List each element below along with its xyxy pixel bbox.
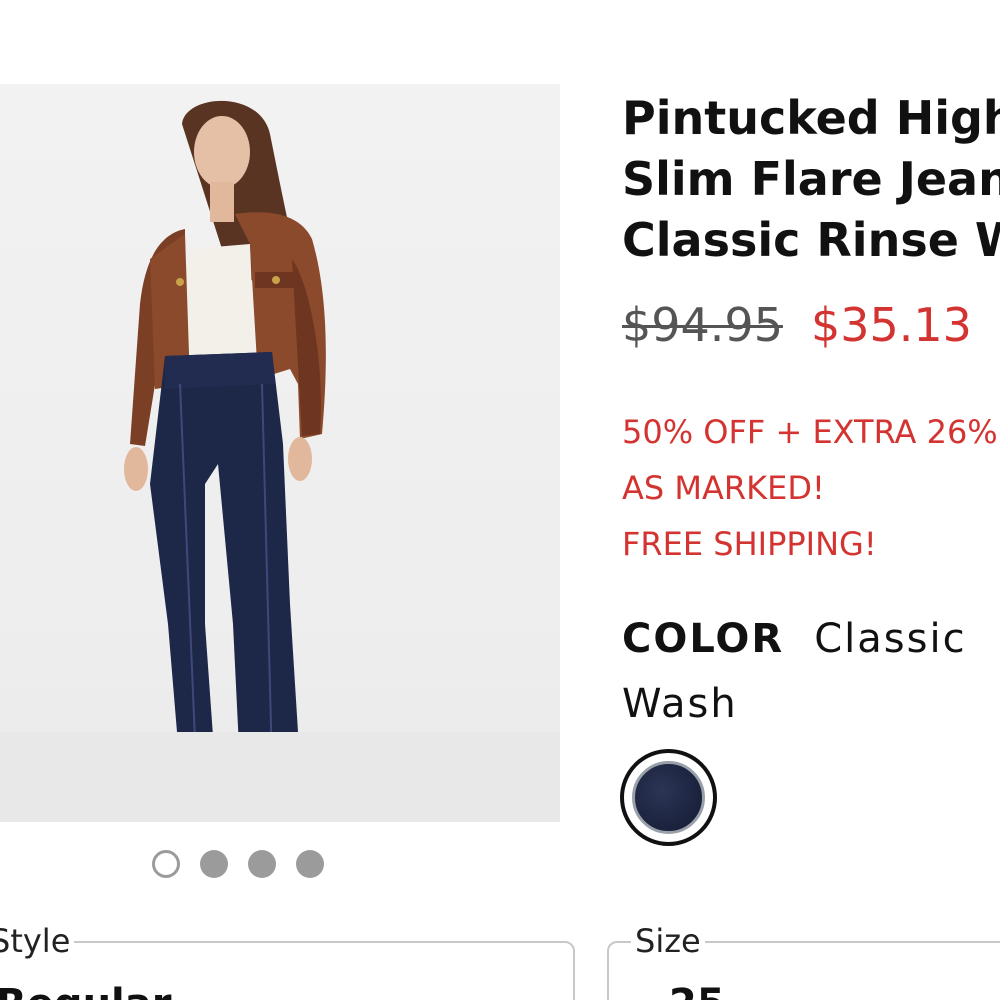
original-price: $94.95: [622, 298, 783, 352]
breadcrumb: [0, 0, 560, 6]
color-label: COLOR: [622, 616, 785, 662]
color-row: COLOR Classic: [622, 604, 967, 674]
promo-line: AS MARKED!: [622, 469, 825, 507]
color-swatch-fill: [632, 761, 705, 834]
image-carousel-dots: [152, 850, 324, 878]
carousel-dot-1[interactable]: [152, 850, 180, 878]
color-value-continued: Wash: [622, 681, 738, 727]
sale-price: $35.13: [810, 298, 972, 352]
color-swatch[interactable]: [620, 749, 717, 846]
style-select-value: Regular: [0, 981, 171, 1000]
product-title: Pintucked High Slim Flare Jean Classic R…: [622, 88, 1000, 271]
model-photo: [124, 100, 326, 796]
price-row: $94.95 $35.13: [622, 298, 972, 352]
image-floor: [0, 732, 560, 822]
product-title-line: Slim Flare Jean: [622, 152, 1000, 206]
carousel-dot-2[interactable]: [200, 850, 228, 878]
product-image[interactable]: [0, 84, 560, 822]
color-value: Classic: [814, 616, 967, 662]
promo-line: FREE SHIPPING!: [622, 525, 877, 563]
product-page: Pintucked High Slim Flare Jean Classic R…: [0, 0, 1000, 1000]
size-select[interactable]: Size 25: [607, 921, 1000, 1000]
carousel-dot-4[interactable]: [296, 850, 324, 878]
promo-message: 50% OFF + EXTRA 26% AS MARKED! FREE SHIP…: [622, 404, 998, 572]
carousel-dot-3[interactable]: [248, 850, 276, 878]
style-select[interactable]: Style Regular: [0, 921, 575, 1000]
product-title-line: Classic Rinse W: [622, 213, 1000, 267]
promo-line: 50% OFF + EXTRA 26%: [622, 413, 998, 451]
size-select-label: Size: [631, 921, 705, 961]
size-select-value: 25: [669, 981, 725, 1000]
product-title-line: Pintucked High: [622, 91, 1000, 145]
style-select-label: Style: [0, 921, 75, 961]
